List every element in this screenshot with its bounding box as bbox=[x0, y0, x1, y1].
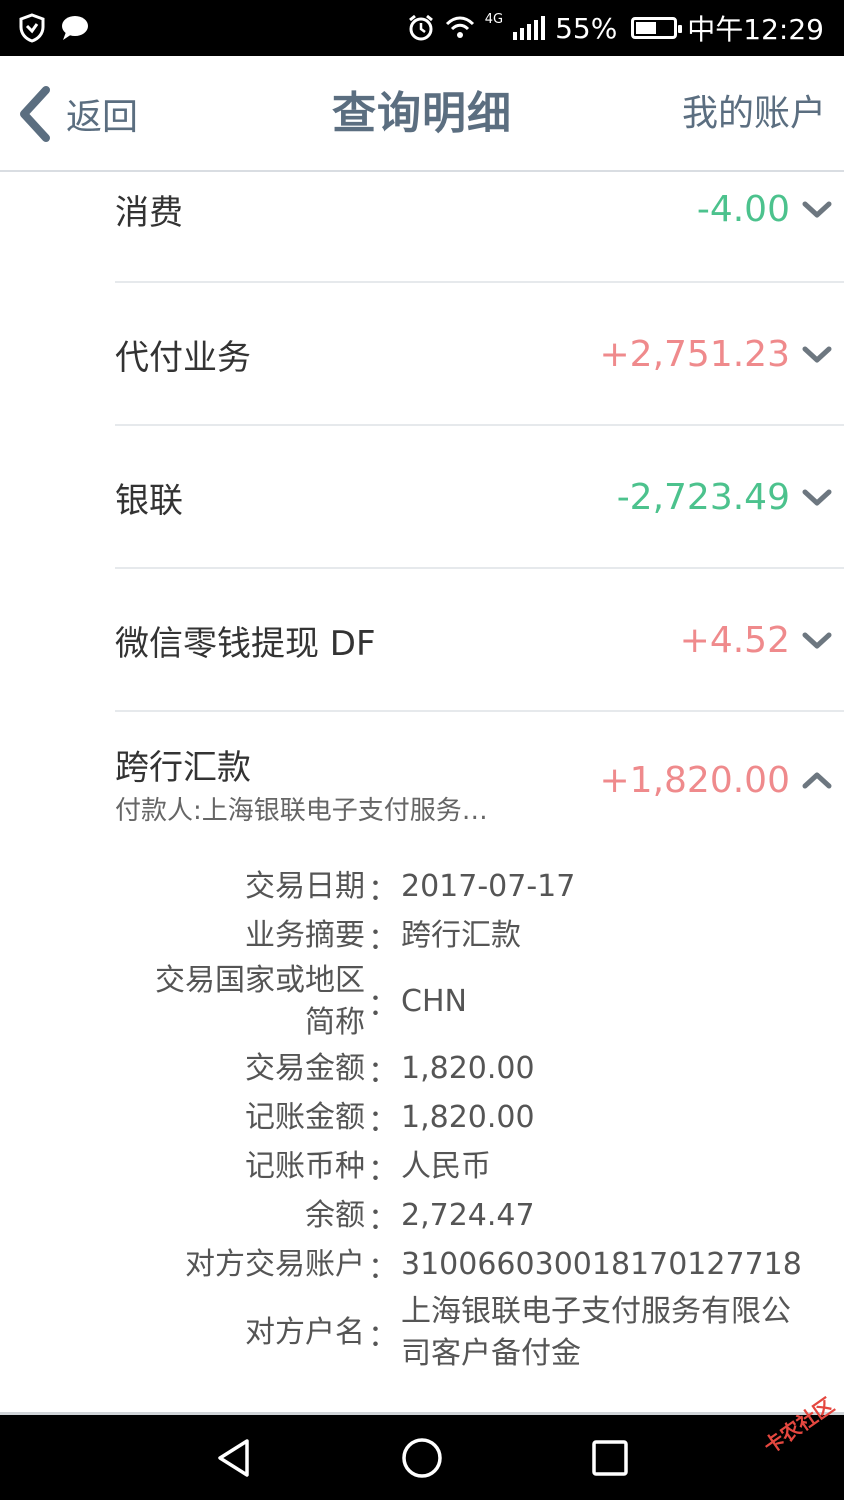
detail-label: 对方交易账户 bbox=[185, 1246, 365, 1282]
detail-row: 记账金额 ： 1,820.00 bbox=[115, 1093, 844, 1142]
detail-label: 记账币种 bbox=[245, 1148, 365, 1184]
detail-colon: ： bbox=[368, 1152, 398, 1188]
detail-label: 余额 bbox=[305, 1197, 365, 1233]
expanded-transaction[interactable]: 跨行汇款 付款人:上海银联电子支付服务… +1,820.00 bbox=[115, 712, 844, 842]
detail-row: 对方交易账户 ： 310066030018170127718 bbox=[115, 1240, 844, 1289]
alarm-icon bbox=[408, 14, 433, 41]
square-recents-icon bbox=[592, 1439, 628, 1476]
shield-icon bbox=[19, 13, 45, 43]
detail-row: 对方户名 ： 上海银联电子支付服务有限公司客户备付金 bbox=[115, 1289, 844, 1377]
detail-value: 310066030018170127718 bbox=[401, 1246, 802, 1282]
detail-colon: ： bbox=[368, 921, 398, 957]
navigation-bar bbox=[0, 1415, 844, 1500]
transaction-name: 微信零钱提现 DF bbox=[115, 624, 376, 664]
chevron-down-icon[interactable] bbox=[802, 172, 832, 247]
clock: 中午12:29 bbox=[687, 13, 824, 46]
chevron-down-icon[interactable] bbox=[802, 283, 832, 426]
battery-fill bbox=[636, 22, 657, 34]
header: 返回 查询明细 我的账户 bbox=[0, 56, 844, 172]
transaction-name: 银联 bbox=[115, 481, 183, 521]
detail-row: 交易日期 ： 2017-07-17 bbox=[115, 862, 844, 911]
chevron-down-icon[interactable] bbox=[802, 426, 832, 569]
detail-colon: ： bbox=[368, 1054, 398, 1090]
status-left bbox=[18, 12, 90, 44]
detail-value: 跨行汇款 bbox=[401, 917, 521, 953]
detail-row: 交易国家或地区简称 ： CHN bbox=[115, 960, 844, 1044]
status-right: 4G 55% 中午12:29 bbox=[407, 8, 824, 48]
transaction-row[interactable]: 微信零钱提现 DF +4.52 bbox=[115, 569, 844, 712]
detail-colon: ： bbox=[368, 872, 398, 908]
detail-row: 记账币种 ： 人民币 bbox=[115, 1142, 844, 1191]
nav-home-button[interactable] bbox=[362, 1415, 482, 1500]
detail-label: 交易国家或地区简称 bbox=[155, 963, 365, 1040]
detail-colon: ： bbox=[368, 1250, 398, 1286]
detail-label: 记账金额 bbox=[245, 1099, 365, 1135]
detail-colon: ： bbox=[368, 1201, 398, 1237]
my-account-link[interactable]: 我的账户 bbox=[682, 56, 826, 172]
circle-home-icon bbox=[402, 1437, 442, 1478]
transaction-amount: -4.00 bbox=[696, 189, 790, 230]
chevron-up-icon[interactable] bbox=[802, 770, 832, 794]
wifi-icon bbox=[445, 16, 474, 38]
signal-icon bbox=[513, 16, 546, 40]
transaction-name: 跨行汇款 bbox=[115, 748, 251, 788]
battery-icon bbox=[631, 17, 683, 39]
detail-label: 对方户名 bbox=[245, 1315, 365, 1350]
detail-value: 2017-07-17 bbox=[401, 868, 576, 904]
detail-row: 交易金额 ： 1,820.00 bbox=[115, 1044, 844, 1093]
transaction-details: 交易日期 ： 2017-07-17 业务摘要 ： 跨行汇款 交易国家或地区简称 … bbox=[115, 842, 844, 1377]
transaction-payer: 付款人:上海银联电子支付服务… bbox=[115, 796, 488, 826]
transaction-name: 代付业务 bbox=[115, 338, 251, 378]
transaction-amount: +4.52 bbox=[679, 620, 790, 661]
detail-label: 交易日期 bbox=[245, 868, 365, 904]
transaction-amount: -2,723.49 bbox=[616, 477, 790, 518]
network-type: 4G bbox=[484, 12, 504, 27]
detail-row: 业务摘要 ： 跨行汇款 bbox=[115, 911, 844, 960]
chat-icon bbox=[62, 16, 88, 40]
transaction-row[interactable]: 消费 -4.00 bbox=[115, 172, 844, 283]
transaction-list: 消费 -4.00 代付业务 +2,751.23 银联 -2,723.49 微信零… bbox=[0, 172, 844, 1377]
detail-value: 人民币 bbox=[401, 1148, 491, 1184]
detail-value: 2,724.47 bbox=[401, 1197, 535, 1233]
detail-value: 1,820.00 bbox=[401, 1050, 535, 1086]
transaction-amount: +2,751.23 bbox=[599, 334, 790, 375]
transaction-name: 消费 bbox=[115, 193, 183, 233]
detail-colon: ： bbox=[368, 1319, 398, 1354]
nav-recents-button[interactable] bbox=[550, 1415, 670, 1500]
status-bar: 4G 55% 中午12:29 bbox=[0, 0, 844, 56]
detail-value: 上海银联电子支付服务有限公司客户备付金 bbox=[401, 1294, 791, 1371]
chevron-down-icon[interactable] bbox=[802, 569, 832, 712]
detail-colon: ： bbox=[368, 988, 398, 1023]
transaction-amount: +1,820.00 bbox=[599, 760, 790, 801]
detail-label: 业务摘要 bbox=[245, 917, 365, 953]
detail-value: CHN bbox=[401, 984, 467, 1019]
nav-back-button[interactable] bbox=[174, 1415, 294, 1500]
triangle-back-icon bbox=[218, 1438, 249, 1477]
transaction-row[interactable]: 代付业务 +2,751.23 bbox=[115, 283, 844, 426]
battery-percent: 55% bbox=[555, 11, 618, 45]
transaction-row[interactable]: 银联 -2,723.49 bbox=[115, 426, 844, 569]
detail-colon: ： bbox=[368, 1103, 398, 1139]
detail-value: 1,820.00 bbox=[401, 1099, 535, 1135]
detail-label: 交易金额 bbox=[245, 1050, 365, 1086]
detail-row: 余额 ： 2,724.47 bbox=[115, 1191, 844, 1240]
